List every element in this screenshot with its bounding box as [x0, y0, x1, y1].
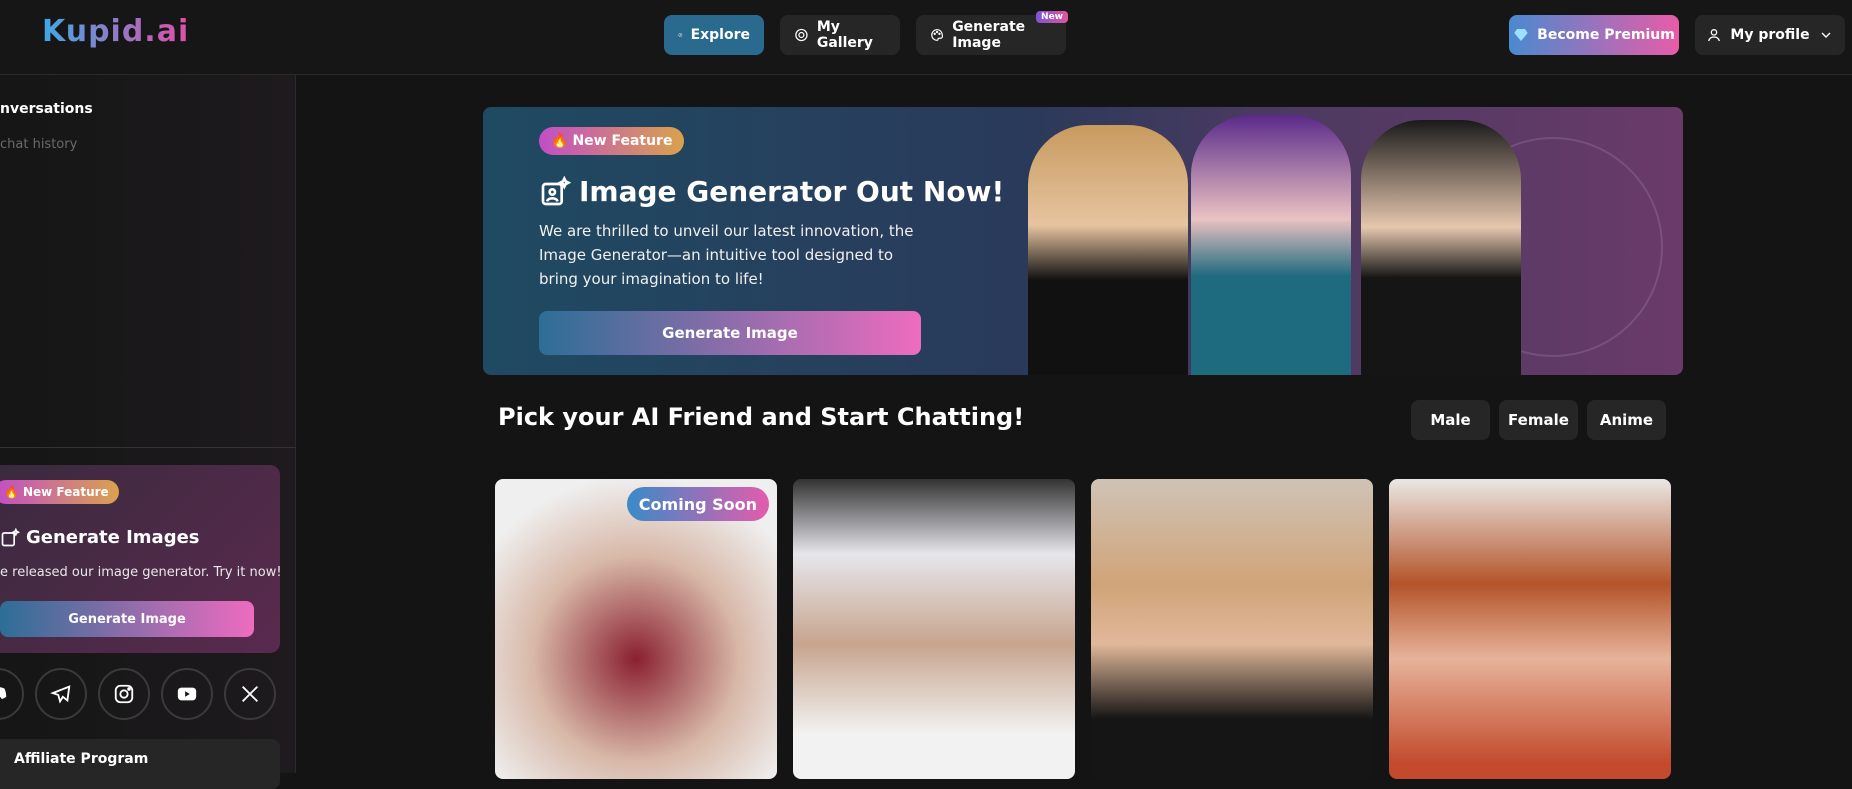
character-card[interactable]	[793, 479, 1075, 779]
x-icon	[242, 686, 258, 702]
promo-title: Generate Images	[0, 527, 200, 548]
my-gallery-button[interactable]: My Gallery	[780, 15, 900, 55]
hero-title: Image Generator Out Now!	[539, 175, 1004, 208]
promo-title-text: Generate Images	[26, 527, 200, 548]
banner-character-image-1	[1028, 125, 1188, 375]
generate-image-nav-button[interactable]: Generate Image New	[916, 11, 1068, 55]
banner-character-image-2	[1191, 115, 1351, 375]
chevron-down-icon	[1821, 32, 1831, 38]
filter-male-button[interactable]: Male	[1411, 400, 1490, 440]
hero-banner: 🔥 New Feature Image Generator Out Now! W…	[483, 107, 1683, 375]
affiliate-program-label: Affiliate Program	[14, 751, 149, 767]
gallery-icon	[795, 28, 808, 42]
banner-character-image-3	[1361, 120, 1521, 375]
youtube-link[interactable]	[161, 668, 213, 720]
sidebar: nversations chat history 🔥 New Feature G…	[0, 75, 296, 789]
instagram-link[interactable]	[98, 668, 150, 720]
new-feature-label: New Feature	[572, 133, 673, 149]
become-premium-button[interactable]: Become Premium	[1509, 15, 1679, 55]
hero-generate-image-button[interactable]: Generate Image	[539, 311, 921, 355]
character-card[interactable]	[1389, 479, 1671, 779]
flame-icon: 🔥	[4, 485, 19, 499]
instagram-icon	[114, 684, 134, 704]
generate-image-nav-label: Generate Image	[952, 19, 1026, 51]
image-sparkle-icon	[1, 527, 20, 546]
chat-history-label: chat history	[0, 137, 78, 152]
diamond-icon	[1514, 29, 1528, 41]
coming-soon-badge: Coming Soon	[626, 487, 769, 521]
telegram-link[interactable]	[35, 668, 87, 720]
section-title: Pick your AI Friend and Start Chatting!	[498, 403, 1025, 431]
x-link[interactable]	[224, 668, 276, 720]
become-premium-label: Become Premium	[1537, 27, 1675, 43]
user-icon	[1708, 29, 1721, 42]
kupid-logo[interactable]: Kupid.ai	[42, 14, 189, 49]
sidebar-divider	[0, 447, 296, 448]
hero-title-text: Image Generator Out Now!	[579, 175, 1005, 208]
social-links	[0, 668, 276, 720]
conversations-heading: nversations	[0, 101, 93, 117]
flame-icon: 🔥	[551, 133, 569, 149]
filter-anime-button[interactable]: Anime	[1587, 400, 1666, 440]
my-profile-button[interactable]: My profile	[1695, 15, 1845, 55]
top-navigation-bar: Kupid.ai Explore My Gallery Generate Ima…	[0, 0, 1852, 75]
discord-icon	[0, 687, 7, 700]
my-profile-label: My profile	[1730, 27, 1810, 43]
promo-description: e released our image generator. Try it n…	[0, 565, 282, 580]
new-feature-label: New Feature	[22, 485, 109, 499]
explore-label: Explore	[690, 27, 750, 43]
my-gallery-label: My Gallery	[816, 19, 873, 51]
explore-button[interactable]: Explore	[664, 15, 764, 55]
character-card[interactable]	[1091, 479, 1373, 779]
telegram-icon	[50, 685, 71, 704]
new-badge: New	[1036, 11, 1068, 23]
filter-female-button[interactable]: Female	[1499, 400, 1578, 440]
hero-description: We are thrilled to unveil our latest inn…	[539, 222, 914, 288]
new-feature-badge: 🔥 New Feature	[539, 127, 685, 155]
sidebar-promo-card: 🔥 New Feature Generate Images e released…	[0, 465, 282, 653]
affiliate-program-button[interactable]: Affiliate Program	[0, 739, 280, 789]
youtube-icon	[177, 687, 197, 701]
character-card[interactable]: Coming Soon	[495, 479, 777, 779]
palette-icon	[931, 29, 944, 41]
sidebar-generate-image-button[interactable]: Generate Image	[0, 601, 254, 637]
new-feature-badge: 🔥 New Feature	[0, 480, 119, 504]
compass-icon	[678, 33, 683, 37]
image-sparkle-icon	[541, 175, 571, 205]
discord-link[interactable]	[0, 668, 24, 720]
